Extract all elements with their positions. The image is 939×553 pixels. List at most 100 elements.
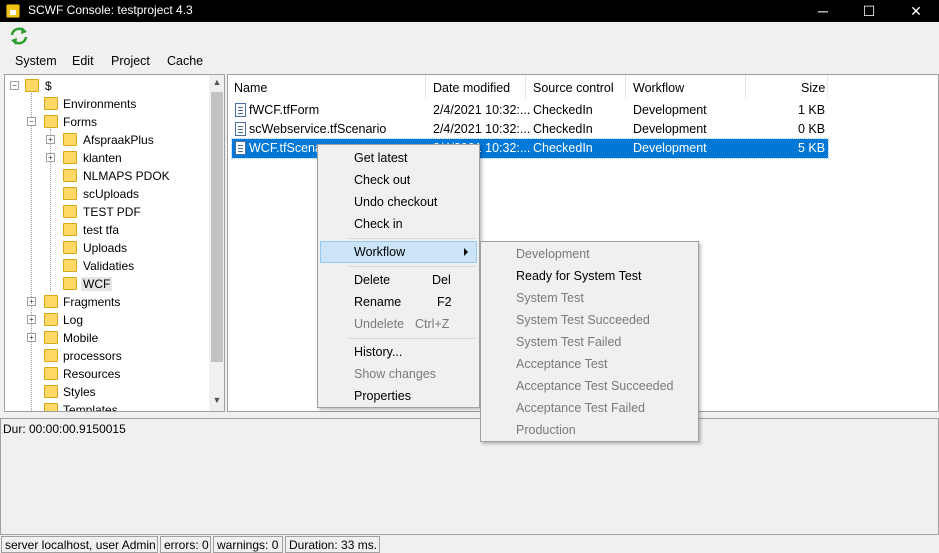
menu-separator bbox=[348, 238, 476, 239]
folder-icon bbox=[44, 349, 58, 362]
menu-edit[interactable]: Edit bbox=[72, 54, 94, 68]
column-header-size[interactable]: Size bbox=[746, 75, 828, 99]
menu-item-undo-checkout[interactable]: Undo checkout bbox=[320, 191, 477, 213]
menu-item-delete[interactable]: Delete Del bbox=[320, 269, 477, 291]
close-button[interactable]: ✕ bbox=[893, 0, 939, 22]
menu-system[interactable]: System bbox=[15, 54, 57, 68]
menu-separator bbox=[348, 266, 476, 267]
status-warnings: warnings: 0 bbox=[213, 536, 283, 553]
tree-root[interactable]: − $ bbox=[5, 77, 205, 95]
tree-item-resources[interactable]: Resources bbox=[5, 365, 205, 383]
tree-item-test-pdf[interactable]: TEST PDF bbox=[5, 203, 205, 221]
tree-item-scuploads[interactable]: scUploads bbox=[5, 185, 205, 203]
tree-item-forms[interactable]: − Forms bbox=[5, 113, 205, 131]
menu-item-get-latest[interactable]: Get latest bbox=[320, 147, 477, 169]
workflow-item-development[interactable]: Development bbox=[483, 243, 696, 265]
scroll-up-icon[interactable]: ▲ bbox=[212, 77, 222, 91]
menu-item-workflow[interactable]: Workflow bbox=[320, 241, 477, 263]
workflow-item-system-test-failed[interactable]: System Test Failed bbox=[483, 331, 696, 353]
folder-icon bbox=[44, 385, 58, 398]
expand-icon[interactable]: + bbox=[46, 135, 55, 144]
file-row[interactable]: scWebservice.tfScenario 2/4/2021 10:32:.… bbox=[232, 120, 828, 139]
folder-icon bbox=[44, 367, 58, 380]
folder-icon bbox=[44, 331, 58, 344]
workflow-item-production[interactable]: Production bbox=[483, 419, 696, 441]
folder-icon bbox=[25, 79, 39, 92]
folder-icon bbox=[44, 403, 58, 411]
menu-item-properties[interactable]: Properties bbox=[320, 385, 477, 407]
collapse-icon[interactable]: − bbox=[27, 117, 36, 126]
workflow-submenu: Development Ready for System Test System… bbox=[480, 241, 699, 442]
folder-icon bbox=[44, 295, 58, 308]
tree-item-mobile[interactable]: + Mobile bbox=[5, 329, 205, 347]
folder-tree[interactable]: − $ Environments − Forms + AfspraakPlus … bbox=[4, 74, 225, 412]
workflow-item-system-test-succeeded[interactable]: System Test Succeeded bbox=[483, 309, 696, 331]
menu-item-check-out[interactable]: Check out bbox=[320, 169, 477, 191]
tree-item-uploads[interactable]: Uploads bbox=[5, 239, 205, 257]
tree-item-log[interactable]: + Log bbox=[5, 311, 205, 329]
menu-project[interactable]: Project bbox=[111, 54, 150, 68]
folder-icon bbox=[44, 115, 58, 128]
menu-item-rename[interactable]: Rename F2 bbox=[320, 291, 477, 313]
log-text: Dur: 00:00:00.9150015 bbox=[3, 422, 126, 436]
workflow-item-ready-for-system-test[interactable]: Ready for System Test bbox=[483, 265, 696, 287]
window-title: SCWF Console: testproject 4.3 bbox=[28, 3, 193, 17]
workflow-item-system-test[interactable]: System Test bbox=[483, 287, 696, 309]
menu-item-check-in[interactable]: Check in bbox=[320, 213, 477, 235]
file-icon bbox=[235, 141, 246, 155]
tree-item-processors[interactable]: processors bbox=[5, 347, 205, 365]
tree-item-styles[interactable]: Styles bbox=[5, 383, 205, 401]
tree-scrollbar[interactable]: ▲ ▼ bbox=[209, 75, 224, 411]
folder-icon bbox=[63, 187, 77, 200]
tree-item-test-tfa[interactable]: test tfa bbox=[5, 221, 205, 239]
submenu-arrow-icon bbox=[464, 248, 468, 256]
menu-item-undelete[interactable]: Undelete Ctrl+Z bbox=[320, 313, 477, 335]
minimize-button[interactable]: ─ bbox=[800, 0, 846, 22]
workflow-item-acceptance-test-failed[interactable]: Acceptance Test Failed bbox=[483, 397, 696, 419]
menu-item-history[interactable]: History... bbox=[320, 341, 477, 363]
expand-icon[interactable]: + bbox=[27, 297, 36, 306]
column-header-source-control[interactable]: Source control bbox=[526, 75, 626, 99]
folder-icon bbox=[44, 313, 58, 326]
tree-item-templates[interactable]: Templates bbox=[5, 401, 205, 411]
tree-item-klanten[interactable]: + klanten bbox=[5, 149, 205, 167]
title-bar: SCWF Console: testproject 4.3 ─ ☐ ✕ bbox=[0, 0, 939, 22]
folder-icon bbox=[63, 241, 77, 254]
column-header-workflow[interactable]: Workflow bbox=[626, 75, 746, 99]
tree-item-environments[interactable]: Environments bbox=[5, 95, 205, 113]
status-duration: Duration: 33 ms. bbox=[285, 536, 380, 553]
folder-icon bbox=[63, 277, 77, 290]
tree-item-nlmaps-pdok[interactable]: NLMAPS PDOK bbox=[5, 167, 205, 185]
scroll-down-icon[interactable]: ▼ bbox=[212, 395, 222, 409]
collapse-icon[interactable]: − bbox=[10, 81, 19, 90]
folder-icon bbox=[63, 133, 77, 146]
status-bar: server localhost, user Admin errors: 0 w… bbox=[0, 535, 939, 553]
expand-icon[interactable]: + bbox=[27, 333, 36, 342]
menu-separator bbox=[348, 338, 476, 339]
folder-icon bbox=[63, 151, 77, 164]
workflow-item-acceptance-test[interactable]: Acceptance Test bbox=[483, 353, 696, 375]
menu-cache[interactable]: Cache bbox=[167, 54, 203, 68]
file-row[interactable]: fWCF.tfForm 2/4/2021 10:32:... CheckedIn… bbox=[232, 101, 828, 120]
folder-icon bbox=[44, 97, 58, 110]
status-server: server localhost, user Admin bbox=[1, 536, 158, 553]
tree-item-fragments[interactable]: + Fragments bbox=[5, 293, 205, 311]
tree-item-afspraakplus[interactable]: + AfspraakPlus bbox=[5, 131, 205, 149]
scrollbar-thumb[interactable] bbox=[211, 92, 223, 362]
menu-item-show-changes[interactable]: Show changes bbox=[320, 363, 477, 385]
column-header-date[interactable]: Date modified bbox=[426, 75, 526, 99]
menu-bar: System Edit Project Cache bbox=[0, 50, 939, 72]
file-icon bbox=[235, 103, 246, 117]
file-icon bbox=[235, 122, 246, 136]
workflow-item-acceptance-test-succeeded[interactable]: Acceptance Test Succeeded bbox=[483, 375, 696, 397]
expand-icon[interactable]: + bbox=[46, 153, 55, 162]
log-panel[interactable]: Dur: 00:00:00.9150015 bbox=[0, 418, 939, 535]
folder-icon bbox=[63, 223, 77, 236]
tree-item-wcf[interactable]: WCF bbox=[5, 275, 205, 293]
tree-item-validaties[interactable]: Validaties bbox=[5, 257, 205, 275]
refresh-icon[interactable] bbox=[8, 26, 30, 46]
expand-icon[interactable]: + bbox=[27, 315, 36, 324]
column-header-name[interactable]: Name bbox=[228, 75, 426, 99]
context-menu: Get latest Check out Undo checkout Check… bbox=[317, 144, 480, 408]
maximize-button[interactable]: ☐ bbox=[846, 0, 892, 22]
